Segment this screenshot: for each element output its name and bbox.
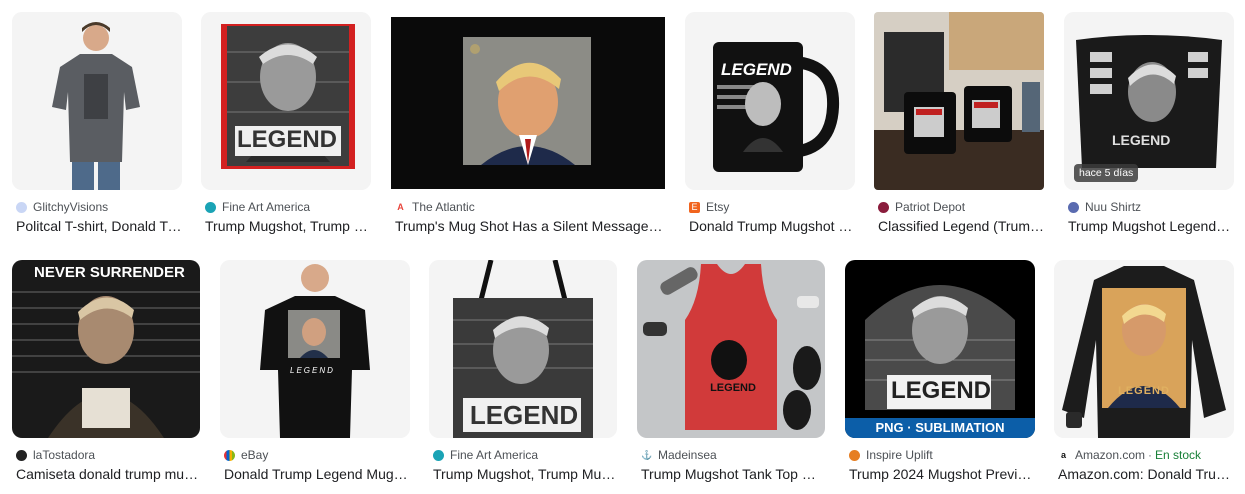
result-title[interactable]: Politcal T-shirt, Donald Trump… bbox=[16, 218, 182, 234]
image-legend-text: LEGEND bbox=[469, 400, 579, 430]
amazon-icon: a bbox=[1058, 449, 1069, 461]
image-legend-text: LEGEND bbox=[1118, 385, 1170, 397]
result-thumbnail[interactable] bbox=[637, 260, 825, 438]
result-source[interactable]: Inspire Uplift bbox=[849, 448, 933, 462]
result-source[interactable]: laTostadora bbox=[16, 448, 95, 462]
image-headline-text: NEVER SURRENDER bbox=[34, 264, 185, 281]
result-title[interactable]: Classified Legend (Trump… bbox=[878, 218, 1044, 234]
result-title[interactable]: Trump Mugshot, Trump Legend… bbox=[205, 218, 371, 234]
nuushirtz-icon bbox=[1068, 201, 1079, 213]
the-atlantic-icon: A bbox=[397, 201, 404, 212]
result-thumbnail[interactable] bbox=[12, 260, 200, 438]
result-thumbnail[interactable] bbox=[201, 12, 371, 190]
image-legend-text: LEGEND bbox=[710, 382, 756, 394]
result-source[interactable]: A The Atlantic bbox=[395, 200, 474, 214]
result-thumbnail[interactable] bbox=[685, 12, 855, 190]
result-thumbnail[interactable] bbox=[874, 12, 1044, 190]
date-badge: hace 5 días bbox=[1074, 164, 1139, 182]
result-title[interactable]: Amazon.com: Donald Trump… bbox=[1058, 466, 1234, 482]
result-title[interactable]: Donald Trump Mugshot Mug… bbox=[689, 218, 855, 234]
result-source[interactable]: Fine Art America bbox=[205, 200, 310, 214]
result-title[interactable]: Trump Mugshot Legend… bbox=[1068, 218, 1234, 234]
stock-status: En stock bbox=[1155, 448, 1202, 462]
inspire-uplift-icon bbox=[849, 449, 860, 461]
fineartamerica-icon bbox=[433, 449, 444, 461]
result-thumbnail[interactable] bbox=[12, 12, 182, 190]
result-title[interactable]: Donald Trump Legend Mugshot… bbox=[224, 466, 410, 482]
result-title[interactable]: Trump Mugshot, Trump Mugshot… bbox=[433, 466, 617, 482]
fineartamerica-icon bbox=[205, 201, 216, 213]
result-source[interactable]: Patriot Depot bbox=[878, 200, 965, 214]
result-source[interactable]: ⚓ Madeinsea bbox=[641, 448, 717, 462]
result-thumbnail[interactable] bbox=[1054, 260, 1234, 438]
result-title[interactable]: Trump 2024 Mugshot Preview… bbox=[849, 466, 1035, 482]
anchor-icon: ⚓ bbox=[641, 449, 653, 460]
result-source[interactable]: E Etsy bbox=[689, 200, 729, 214]
result-source[interactable]: Nuu Shirtz bbox=[1068, 200, 1141, 214]
result-source[interactable]: GlitchyVisions bbox=[16, 200, 108, 214]
image-legend-text: LEGEND bbox=[721, 60, 792, 79]
etsy-icon: E bbox=[689, 201, 700, 213]
latostadora-icon bbox=[16, 449, 27, 461]
result-title[interactable]: Camiseta donald trump mugshot… bbox=[16, 466, 200, 482]
ebay-icon bbox=[224, 449, 235, 461]
shield-icon bbox=[878, 201, 889, 213]
globe-icon bbox=[16, 201, 27, 213]
result-source[interactable]: eBay bbox=[224, 448, 268, 462]
result-thumbnail[interactable] bbox=[220, 260, 410, 438]
image-legend-text: LEGEND bbox=[237, 126, 338, 153]
image-legend-text: LEGEND bbox=[290, 366, 335, 375]
result-title[interactable]: Trump's Mug Shot Has a Silent Message… bbox=[395, 218, 665, 234]
result-source[interactable]: a Amazon.com · En stock bbox=[1058, 448, 1201, 462]
separator-dot: · bbox=[1148, 448, 1153, 462]
image-banner-text: PNG · SUBLIMATION bbox=[875, 420, 1005, 435]
result-thumbnail[interactable] bbox=[391, 17, 665, 189]
result-title[interactable]: Trump Mugshot Tank Top … bbox=[641, 466, 825, 482]
image-legend-text: LEGEND bbox=[891, 377, 992, 404]
image-legend-text: LEGEND bbox=[1112, 132, 1171, 148]
result-thumbnail[interactable] bbox=[845, 260, 1035, 438]
result-source[interactable]: Fine Art America bbox=[433, 448, 538, 462]
